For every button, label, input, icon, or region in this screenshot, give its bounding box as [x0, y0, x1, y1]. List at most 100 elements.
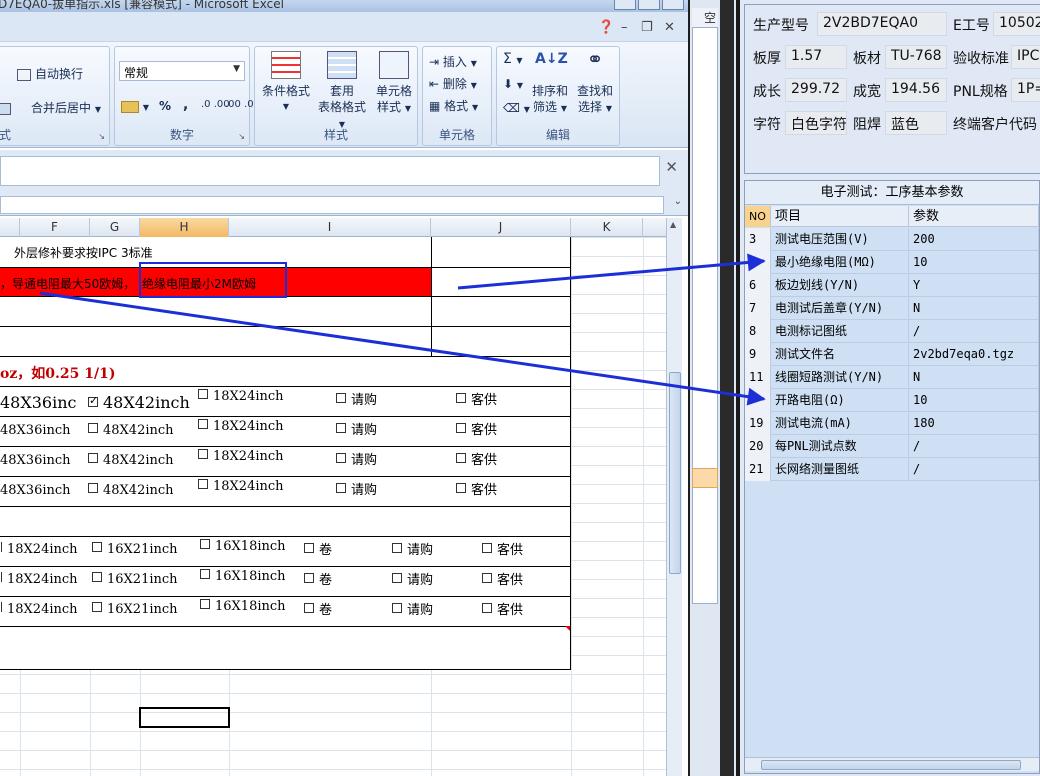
close-workbook-icon[interactable]: ✕ [664, 20, 675, 35]
thickness-field[interactable]: 1.57 [785, 45, 847, 69]
column-header-F[interactable]: F [20, 218, 90, 237]
size-checkbox[interactable]: 48X42inch [88, 453, 174, 468]
sheet-grid[interactable]: 外层修补要求按IPC 3标准 ，导通电阻最大50欧姆， 绝缘电阻最小2M欧姆 o… [0, 237, 666, 776]
size-checkbox[interactable]: 客供 [482, 569, 523, 588]
size-checkbox[interactable]: 请购 [392, 539, 433, 558]
size-checkbox[interactable]: 18X24inch [198, 389, 284, 404]
size-checkbox[interactable]: 18X24inch [198, 479, 284, 494]
size-checkbox[interactable]: 卷 [304, 599, 332, 618]
formula-input[interactable] [0, 196, 664, 214]
checkbox-icon[interactable] [198, 479, 208, 489]
size-checkbox[interactable]: 18X24inch [198, 449, 284, 464]
checkbox-icon[interactable] [336, 483, 346, 493]
size-checkbox[interactable]: 客供 [456, 419, 497, 438]
scrollbar-thumb[interactable] [761, 760, 1021, 770]
size-checkbox[interactable]: 18X24inch [0, 542, 78, 557]
size-checkbox[interactable]: 16X18inch [200, 539, 286, 554]
help-icon[interactable]: ❓ [598, 20, 614, 35]
clear-button[interactable]: ⌫ ▼ [503, 101, 530, 115]
merge-center-button[interactable]: 合并后居中 ▼ [0, 99, 101, 116]
size-checkbox[interactable]: 请购 [392, 569, 433, 588]
size-checkbox[interactable]: 请购 [336, 479, 377, 498]
restore-icon[interactable]: ❐ [641, 20, 653, 35]
e-number-field[interactable]: 105022 [993, 12, 1040, 36]
checkbox-icon[interactable] [456, 393, 466, 403]
size-checkbox[interactable]: 16X21inch [92, 602, 178, 617]
column-param[interactable]: 参数 [909, 206, 1039, 227]
checkbox-icon[interactable] [88, 483, 98, 493]
pnl-spec-field[interactable]: 1P= [1011, 78, 1040, 102]
parameter-row[interactable]: 3 测试电压范围(V) 200 [745, 228, 1039, 251]
size-checkbox[interactable]: 卷 [304, 569, 332, 588]
size-checkbox[interactable]: 客供 [456, 389, 497, 408]
scrollbar-thumb[interactable] [669, 372, 681, 574]
size-checkbox[interactable]: 48X36inch [0, 483, 71, 498]
format-as-table-button[interactable]: 套用 表格格式 ▼ [315, 51, 369, 133]
parameter-row[interactable]: 11 线圈短路测试(Y/N) N [745, 366, 1039, 389]
material-field[interactable]: TU-768 [885, 45, 947, 69]
size-checkbox[interactable]: 请购 [336, 449, 377, 468]
checkbox-icon[interactable] [200, 569, 210, 579]
size-checkbox[interactable]: 48X36inch [0, 453, 71, 468]
percent-button[interactable]: % [159, 99, 171, 113]
size-checkbox[interactable]: 16X21inch [92, 572, 178, 587]
size-checkbox[interactable]: 客供 [456, 479, 497, 498]
size-checkbox[interactable]: 16X18inch [200, 569, 286, 584]
size-checkbox[interactable]: 客供 [456, 449, 497, 468]
number-format-select[interactable]: 常规 ▼ [119, 61, 245, 81]
vertical-scrollbar[interactable]: ▲ [666, 218, 682, 776]
minimize-button[interactable] [614, 0, 636, 10]
insert-button[interactable]: ⇥ 插入 ▼ [429, 53, 477, 70]
model-field[interactable]: 2V2BD7EQA0 [817, 12, 947, 36]
size-checkbox[interactable]: 请购 [336, 419, 377, 438]
parameter-row[interactable]: 8 电测标记图纸 / [745, 320, 1039, 343]
checkbox-icon[interactable] [482, 603, 492, 613]
checkbox-icon[interactable] [456, 423, 466, 433]
checkbox-icon[interactable] [392, 573, 402, 583]
column-header-K[interactable]: K [571, 218, 643, 237]
width-field[interactable]: 194.56 [885, 78, 947, 102]
checkbox-icon[interactable] [392, 603, 402, 613]
size-checkbox[interactable]: 请购 [392, 599, 433, 618]
parameter-row[interactable]: 9 测试文件名 2v2bd7eqa0.tgz [745, 343, 1039, 366]
currency-button[interactable]: ▼ [121, 99, 149, 113]
checkbox-icon[interactable] [92, 572, 102, 582]
checkbox-icon[interactable] [198, 449, 208, 459]
wrap-text-button[interactable]: 自动换行 [17, 65, 83, 82]
delete-button[interactable]: ⇤ 删除 ▼ [429, 75, 477, 92]
decrease-decimal-button[interactable]: .00 .0 [225, 99, 254, 110]
column-header-G[interactable]: G [90, 218, 140, 237]
checkbox-icon[interactable] [304, 603, 314, 613]
size-checkbox[interactable]: 18X24inch [0, 602, 78, 617]
solder-mask-field[interactable]: 蓝色 [885, 111, 947, 135]
minimize-ribbon-icon[interactable]: – [621, 20, 628, 35]
column-header-J[interactable]: J [431, 218, 571, 237]
size-checkbox[interactable]: 48X36inc [0, 393, 77, 412]
size-checkbox[interactable]: 18X24inch [198, 419, 284, 434]
size-checkbox[interactable]: 18X24inch [0, 572, 78, 587]
column-header-I[interactable]: I [229, 218, 431, 237]
dialog-launcher-icon[interactable]: ↘ [238, 132, 245, 141]
legend-color-field[interactable]: 白色字符 [785, 111, 847, 135]
size-checkbox[interactable]: 16X21inch [92, 542, 178, 557]
comment-box[interactable] [0, 156, 660, 186]
conditional-format-button[interactable]: 条件格式 ▼ [259, 51, 313, 115]
close-icon[interactable]: ✕ [665, 158, 678, 176]
size-checkbox[interactable]: 请购 [336, 389, 377, 408]
checkbox-icon[interactable] [456, 453, 466, 463]
comma-button[interactable]: , [183, 97, 188, 113]
column-no[interactable]: NO [745, 206, 771, 227]
checkbox-icon[interactable] [336, 453, 346, 463]
size-checkbox[interactable]: 48X36inch [0, 423, 71, 438]
length-field[interactable]: 299.72 [785, 78, 847, 102]
scroll-up-icon[interactable]: ▲ [670, 220, 676, 229]
checkbox-icon[interactable] [0, 572, 2, 582]
checkbox-icon[interactable] [92, 542, 102, 552]
horizontal-scrollbar[interactable] [745, 757, 1039, 771]
checkbox-icon[interactable] [198, 389, 208, 399]
size-checkbox[interactable]: 48X42inch [88, 393, 190, 412]
format-button[interactable]: ▦ 格式 ▼ [429, 97, 478, 114]
size-checkbox[interactable]: 48X42inch [88, 423, 174, 438]
checkbox-icon[interactable] [88, 394, 98, 407]
parameter-row[interactable]: 开路电阻(Ω) 10 [745, 389, 1039, 412]
